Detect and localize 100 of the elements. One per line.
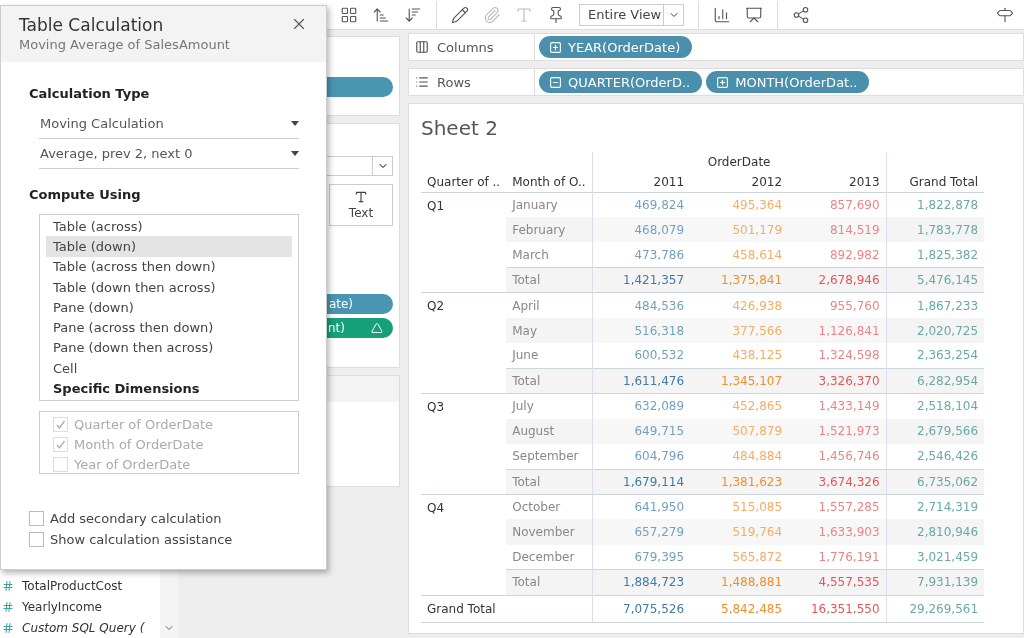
hash-icon	[2, 579, 14, 592]
section-heading: Calculation Type	[29, 86, 151, 101]
value-cell: 2,546,426	[886, 443, 985, 470]
value-cell: 2,810,946	[886, 519, 985, 545]
signpost-icon[interactable]	[996, 5, 1014, 24]
caret-icon	[291, 121, 299, 126]
list-option[interactable]: Specific Dimensions	[46, 378, 292, 399]
value-cell: 600,532	[592, 343, 691, 369]
value-cell: 495,364	[690, 192, 789, 218]
dialog-title: Table Calculation	[19, 15, 165, 35]
column-header: 2013	[788, 172, 887, 192]
row-header: March	[506, 242, 593, 268]
sort-descending-icon[interactable]	[404, 5, 422, 24]
field-name[interactable]: YearlyIncome	[22, 599, 102, 614]
row-header: Total	[506, 368, 593, 394]
value-cell: 473,786	[592, 242, 691, 268]
show-me-icon[interactable]	[713, 5, 731, 24]
list-option[interactable]: Pane (across then down)	[46, 317, 292, 338]
row-header: Total	[506, 267, 593, 293]
value-cell: 1,825,382	[886, 242, 985, 268]
list-option[interactable]: Pane (down)	[46, 297, 292, 318]
section-heading: Compute Using	[29, 187, 142, 202]
presentation-icon[interactable]	[745, 5, 763, 24]
list-option[interactable]: Table (across then down)	[46, 256, 292, 277]
list-option[interactable]: Table (across)	[46, 216, 292, 237]
caret-icon	[291, 151, 299, 156]
value-cell: 632,089	[592, 393, 691, 419]
value-cell: 377,566	[690, 317, 789, 344]
text-icon	[354, 190, 368, 204]
value-cell: 516,318	[592, 317, 691, 344]
value-cell: 649,715	[592, 418, 691, 444]
row-header: Grand Total	[421, 595, 593, 622]
value-cell: 1,776,191	[788, 544, 887, 570]
value-cell: 6,282,954	[886, 368, 985, 394]
value-cell: 4,557,535	[788, 569, 887, 595]
field-name[interactable]: TotalProductCost	[22, 578, 123, 593]
value-cell: 5,842,485	[690, 595, 789, 622]
value-cell: 438,125	[690, 343, 789, 369]
value-cell: 1,611,476	[592, 368, 691, 394]
field-pill[interactable]: QUARTER(OrderD..	[539, 71, 703, 93]
value-cell: 1,433,149	[788, 393, 887, 419]
value-cell: 657,279	[592, 519, 691, 545]
list-option[interactable]: Table (down then across)	[46, 276, 292, 298]
list-option[interactable]: Pane (down then across)	[46, 337, 292, 359]
value-cell: 2,020,725	[886, 317, 985, 344]
column-header: OrderDate	[592, 152, 887, 172]
text-mark-button[interactable]: Text	[329, 184, 393, 226]
value-cell: 892,982	[788, 242, 887, 268]
list-option[interactable]: Cell	[46, 358, 292, 379]
row-header: August	[506, 418, 593, 444]
value-cell: 2,678,946	[788, 267, 887, 293]
shelf-label: Columns	[437, 39, 494, 55]
value-cell: 507,879	[690, 418, 789, 444]
shelf-label: Rows	[437, 74, 471, 90]
field-pill[interactable]: YEAR(OrderDate)	[539, 36, 693, 58]
value-cell: 458,614	[690, 242, 789, 268]
field-name[interactable]: Custom SQL Query (	[22, 620, 145, 635]
field-pill[interactable]: MONTH(OrderDat..	[706, 71, 870, 93]
fit-dropdown[interactable]: Entire View	[579, 3, 684, 26]
value-cell: 1,324,598	[788, 343, 887, 369]
value-cell: 3,021,459	[886, 544, 985, 570]
value-cell: 2,714,319	[886, 494, 985, 520]
column-header: Quarter of ..	[421, 172, 507, 192]
expand-icon[interactable]	[716, 75, 730, 89]
list-option[interactable]: Table (down)	[46, 236, 292, 257]
expand-icon[interactable]	[549, 40, 562, 54]
row-header: May	[506, 317, 593, 344]
value-cell: 1,421,357	[592, 267, 691, 293]
collapse-icon[interactable]	[549, 75, 562, 89]
row-header: January	[506, 192, 593, 218]
pin-icon[interactable]	[547, 5, 565, 24]
value-cell: 501,179	[690, 217, 789, 243]
checkbox-label: Quarter of OrderDate	[74, 416, 214, 432]
checkbox-label: Month of OrderDate	[74, 436, 204, 452]
checkbox[interactable]	[29, 510, 44, 526]
row-header: October	[506, 494, 593, 520]
hash-icon	[2, 621, 14, 634]
value-cell: 484,536	[592, 292, 691, 318]
checkbox[interactable]	[29, 531, 44, 547]
value-cell: 1,679,114	[592, 469, 691, 495]
value-cell: 641,950	[592, 494, 691, 520]
hash-icon	[2, 600, 14, 613]
value-cell: 814,519	[788, 217, 887, 243]
sort-ascending-icon[interactable]	[372, 5, 390, 24]
value-cell: 1,521,973	[788, 418, 887, 444]
row-header: April	[506, 292, 593, 318]
value-cell: 484,884	[690, 443, 789, 470]
highlight-icon[interactable]	[451, 5, 469, 24]
paperclip-icon[interactable]	[483, 5, 501, 24]
value-cell: 469,824	[592, 192, 691, 218]
value-cell: 7,931,139	[886, 569, 985, 595]
column-header: 2012	[690, 172, 789, 192]
checkbox-label: Add secondary calculation	[50, 510, 222, 526]
share-icon[interactable]	[792, 5, 810, 24]
row-header: July	[506, 393, 593, 419]
value-cell: 1,867,233	[886, 292, 985, 318]
value-cell: 679,395	[592, 544, 691, 570]
sheet-title: Sheet 2	[421, 116, 499, 140]
value-cell: 1,381,623	[690, 469, 789, 495]
value-cell: 2,363,254	[886, 343, 985, 369]
